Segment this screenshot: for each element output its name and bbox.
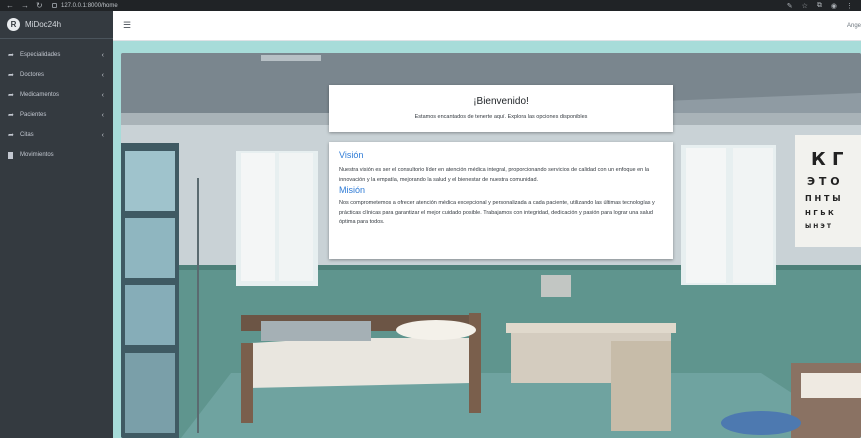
chevron-left-icon: ‹	[101, 51, 104, 59]
sidebar: R MiDoc24h ➦ Especialidades ‹ ➦ Doctores…	[0, 11, 113, 438]
sidebar-menu: ➦ Especialidades ‹ ➦ Doctores ‹ ➦ Medica…	[0, 39, 113, 165]
share-arrow-icon: ➦	[8, 52, 14, 59]
extensions-icon[interactable]: ⧉	[817, 2, 822, 10]
welcome-card: ¡Bienvenido! Estamos encantados de tener…	[329, 85, 673, 132]
sidebar-item-medicamentos[interactable]: ➦ Medicamentos ‹	[0, 85, 113, 105]
browser-actions: ✎ ☆ ⧉ ◉ ⋮	[787, 2, 861, 10]
eye-chart-row: П Н Т Ы	[805, 194, 841, 203]
sidebar-item-especialidades[interactable]: ➦ Especialidades ‹	[0, 45, 113, 65]
sidebar-item-label: Pacientes	[20, 112, 47, 118]
eye-chart-row: Ы Н Э Т	[805, 223, 832, 230]
welcome-subtitle: Estamos encantados de tenerte aquí. Expl…	[414, 114, 588, 120]
star-icon[interactable]: ☆	[802, 2, 808, 10]
sidebar-item-label: Doctores	[20, 72, 45, 78]
menu-dots-icon[interactable]: ⋮	[846, 2, 853, 10]
sidebar-item-citas[interactable]: ➦ Citas ‹	[0, 125, 113, 145]
share-arrow-icon: ➦	[8, 72, 14, 79]
chevron-left-icon: ‹	[101, 131, 104, 139]
address-bar[interactable]: 127.0.0.1:8000/home	[52, 3, 118, 9]
sidebar-item-movimientos[interactable]: Movimientos	[0, 145, 113, 165]
reload-icon[interactable]: ↻	[36, 1, 43, 10]
eye-chart-row: Н Г Ь К	[805, 209, 834, 217]
top-navbar: ☰ Ange	[113, 11, 861, 41]
url-text: 127.0.0.1:8000/home	[61, 2, 118, 9]
brand-logo: R	[7, 18, 20, 31]
share-arrow-icon: ➦	[8, 92, 14, 99]
share-arrow-icon: ➦	[8, 112, 14, 119]
main-content: К Г Э Т О П Н Т Ы Н Г Ь К Ы Н Э Т ¡Bienv	[113, 41, 861, 438]
mision-title: Misión	[339, 185, 366, 195]
brand-name: MiDoc24h	[25, 20, 62, 29]
profile-icon[interactable]: ◉	[831, 2, 837, 10]
vision-mision-card: Visión Nuestra visión es ser el consulto…	[329, 142, 673, 259]
sidebar-item-doctores[interactable]: ➦ Doctores ‹	[0, 65, 113, 85]
site-info-icon[interactable]	[52, 3, 57, 8]
document-icon	[8, 151, 13, 159]
hamburger-menu-icon[interactable]: ☰	[123, 20, 131, 31]
welcome-title: ¡Bienvenido!	[473, 96, 529, 107]
edit-icon[interactable]: ✎	[787, 2, 793, 10]
mision-text: Nos comprometemos a ofrecer atención méd…	[339, 200, 655, 225]
sidebar-item-label: Especialidades	[20, 52, 61, 58]
sidebar-item-label: Medicamentos	[20, 92, 60, 98]
brand-link[interactable]: R MiDoc24h	[0, 11, 113, 39]
back-icon[interactable]: ←	[6, 1, 14, 10]
eye-chart-row: Э Т О	[807, 175, 840, 188]
browser-toolbar: ← → ↻ 127.0.0.1:8000/home ✎ ☆ ⧉ ◉ ⋮	[0, 0, 861, 11]
share-arrow-icon: ➦	[8, 132, 14, 139]
vision-title: Visión	[339, 150, 364, 160]
forward-icon[interactable]: →	[21, 1, 29, 10]
chevron-left-icon: ‹	[101, 111, 104, 119]
chevron-left-icon: ‹	[101, 71, 104, 79]
sidebar-item-pacientes[interactable]: ➦ Pacientes ‹	[0, 105, 113, 125]
hospital-room-background: К Г Э Т О П Н Т Ы Н Г Ь К Ы Н Э Т ¡Bienv	[121, 53, 861, 438]
vision-text: Nuestra visión es ser el consultorio líd…	[339, 167, 650, 183]
sidebar-item-label: Citas	[20, 132, 34, 138]
user-menu[interactable]: Ange	[847, 23, 861, 29]
browser-nav: ← → ↻	[0, 1, 48, 10]
eye-chart-row: К Г	[811, 149, 843, 170]
chevron-left-icon: ‹	[101, 91, 104, 99]
sidebar-item-label: Movimientos	[20, 152, 54, 158]
